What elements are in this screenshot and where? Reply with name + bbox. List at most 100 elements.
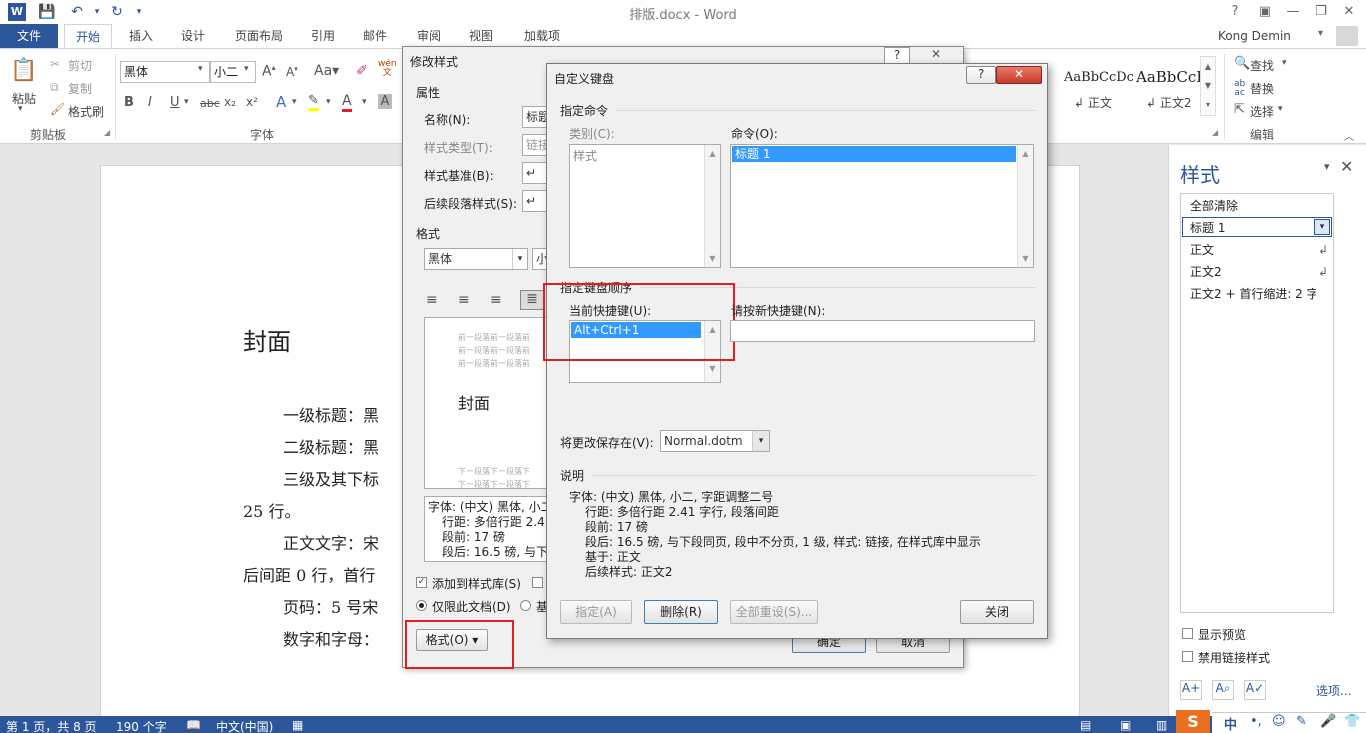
style-inspector-icon[interactable]: A⌕ (1212, 680, 1234, 700)
doc-heading[interactable]: 封面 (243, 322, 291, 357)
undo-dropdown-icon[interactable]: ▾ (88, 3, 106, 21)
user-name[interactable]: Kong Demin (1218, 24, 1291, 48)
remove-button[interactable]: 删除(R) (644, 600, 718, 624)
find-label[interactable]: 查找 (1250, 57, 1274, 74)
keyboard-close-x-button[interactable]: ✕ (996, 66, 1042, 84)
font-name-select[interactable]: 黑体 (120, 61, 210, 83)
copy-label[interactable]: 复制 (68, 80, 92, 97)
customize-qat-icon[interactable]: ▾ (130, 3, 148, 21)
commands-list[interactable] (730, 144, 1034, 268)
ribbon-display-icon[interactable]: ▣ (1252, 2, 1278, 22)
show-preview-checkbox[interactable] (1182, 628, 1193, 639)
styles-launcher-icon[interactable]: ◢ (1212, 128, 1218, 137)
web-layout-icon[interactable]: ▥ (1156, 718, 1167, 732)
commands-scrollbar[interactable]: ▲ ▼ (1017, 145, 1033, 267)
tab-review[interactable]: 审阅 (406, 24, 452, 48)
doc-line[interactable]: 后间距 0 行，首行 (243, 562, 375, 586)
options-link[interactable]: 选项... (1316, 682, 1351, 699)
font-color-icon[interactable]: A (342, 93, 352, 112)
subscript-icon[interactable]: x₂ (224, 95, 236, 109)
paste-label[interactable]: 粘贴 (12, 90, 36, 107)
tab-addins[interactable]: 加载项 (512, 24, 572, 48)
close-window-button[interactable]: ✕ (1336, 2, 1362, 22)
page-count[interactable]: 第 1 页，共 8 页 (6, 718, 97, 733)
select-label[interactable]: 选择 (1250, 103, 1274, 120)
ime-skin-icon[interactable]: 👕 (1344, 714, 1360, 729)
restore-button[interactable]: ❐ (1308, 2, 1334, 22)
categories-scrollbar[interactable]: ▲ ▼ (704, 145, 720, 267)
ime-emoji-icon[interactable]: ☺ (1272, 714, 1286, 729)
change-case-icon[interactable]: Aa▾ (314, 63, 339, 79)
assign-button[interactable]: 指定(A) (560, 600, 632, 624)
highlight-icon[interactable]: ✎ (308, 93, 319, 111)
auto-update-checkbox[interactable] (532, 577, 543, 588)
underline-icon[interactable]: U (170, 95, 180, 110)
style-dropdown-icon[interactable]: ▾ (1314, 219, 1330, 235)
select-icon[interactable]: ⇱ (1234, 102, 1245, 117)
text-effects-dropdown-icon[interactable]: ▾ (292, 97, 297, 107)
tab-layout[interactable]: 页面布局 (224, 24, 294, 48)
macro-icon[interactable]: ▦ (292, 718, 303, 732)
font-size-dropdown-icon[interactable]: ▾ (244, 64, 249, 74)
paste-icon[interactable]: 📋 (10, 58, 38, 88)
redo-icon[interactable]: ↻ (108, 3, 126, 21)
tab-design[interactable]: 设计 (170, 24, 216, 48)
sogou-ime-icon[interactable]: S (1176, 710, 1210, 733)
select-dropdown-icon[interactable]: ▾ (1278, 104, 1283, 114)
cut-label[interactable]: 剪切 (68, 57, 92, 74)
save-icon[interactable]: 💾 (38, 3, 56, 21)
doc-line[interactable]: 数字和字母： (283, 626, 379, 650)
doc-line[interactable]: 三级及其下标 (283, 466, 379, 490)
keyboard-close-button[interactable]: 关闭 (960, 600, 1034, 624)
reset-all-button[interactable]: 全部重设(S)... (730, 600, 818, 624)
paste-dropdown-icon[interactable]: ▾ (18, 104, 23, 114)
superscript-icon[interactable]: x² (246, 95, 258, 109)
avatar[interactable] (1336, 26, 1358, 46)
strikethrough-icon[interactable]: abc (200, 97, 220, 110)
align-left-icon[interactable]: ≡ (426, 292, 438, 308)
keyboard-help-button[interactable]: ? (966, 66, 996, 84)
underline-dropdown-icon[interactable]: ▾ (184, 97, 189, 107)
print-layout-icon[interactable]: ▣ (1120, 718, 1131, 732)
close-pane-icon[interactable]: ✕ (1340, 157, 1353, 176)
doc-line[interactable]: 25 行。 (243, 498, 300, 522)
language-status[interactable]: 中文(中国) (216, 718, 273, 733)
pane-options-icon[interactable]: ▾ (1324, 160, 1330, 173)
clipboard-launcher-icon[interactable]: ◢ (104, 128, 110, 137)
justify-icon[interactable]: ≣ (520, 290, 544, 310)
doc-line[interactable]: 二级标题：黑 (283, 434, 379, 458)
proofing-icon[interactable]: 📖 (186, 718, 201, 732)
read-mode-icon[interactable]: ▤ (1080, 718, 1091, 732)
find-icon[interactable]: 🔍 (1234, 56, 1250, 71)
cut-icon[interactable]: ✂ (50, 57, 60, 71)
tab-mailings[interactable]: 邮件 (352, 24, 398, 48)
align-center-icon[interactable]: ≡ (458, 292, 470, 308)
style-item-normal2[interactable]: 正文2 (1190, 263, 1222, 280)
tab-insert[interactable]: 插入 (118, 24, 164, 48)
phonetic-guide-icon[interactable]: wén 文 (378, 60, 397, 78)
disable-linked-checkbox[interactable] (1182, 651, 1193, 662)
manage-styles-icon[interactable]: A✓ (1244, 680, 1266, 700)
tab-references[interactable]: 引用 (300, 24, 346, 48)
doc-line[interactable]: 页码：5 号宋 (283, 594, 378, 618)
add-to-gallery-checkbox[interactable]: ✓ (416, 577, 427, 588)
ime-voice-icon[interactable]: 🎤 (1320, 714, 1336, 729)
find-dropdown-icon[interactable]: ▾ (1282, 58, 1287, 68)
commands-item-selected[interactable]: 标题 1 (732, 146, 1016, 162)
style-item-normal2-indent[interactable]: 正文2 + 首行缩进: 2 字 (1190, 285, 1316, 302)
ime-pen-icon[interactable]: ✎ (1296, 714, 1307, 729)
style-preview-normal2[interactable]: AaBbCcI (1136, 68, 1202, 86)
tab-file[interactable]: 文件 (0, 24, 58, 48)
character-shading-icon[interactable]: A (378, 94, 392, 109)
new-docs-radio[interactable] (520, 600, 531, 611)
ime-mode-icon[interactable]: 中 (1224, 714, 1237, 733)
help-button[interactable]: ? (1222, 2, 1248, 22)
tab-home[interactable]: 开始 (64, 24, 112, 48)
italic-icon[interactable]: I (148, 95, 152, 110)
doc-line[interactable]: 一级标题：黑 (283, 402, 379, 426)
align-right-icon[interactable]: ≡ (490, 292, 502, 308)
style-name-normal[interactable]: ↲ 正文 (1074, 94, 1112, 111)
clear-formatting-icon[interactable]: ✐ (356, 63, 368, 79)
save-in-dropdown-icon[interactable]: ▾ (752, 431, 769, 451)
minimize-button[interactable]: — (1280, 2, 1306, 22)
